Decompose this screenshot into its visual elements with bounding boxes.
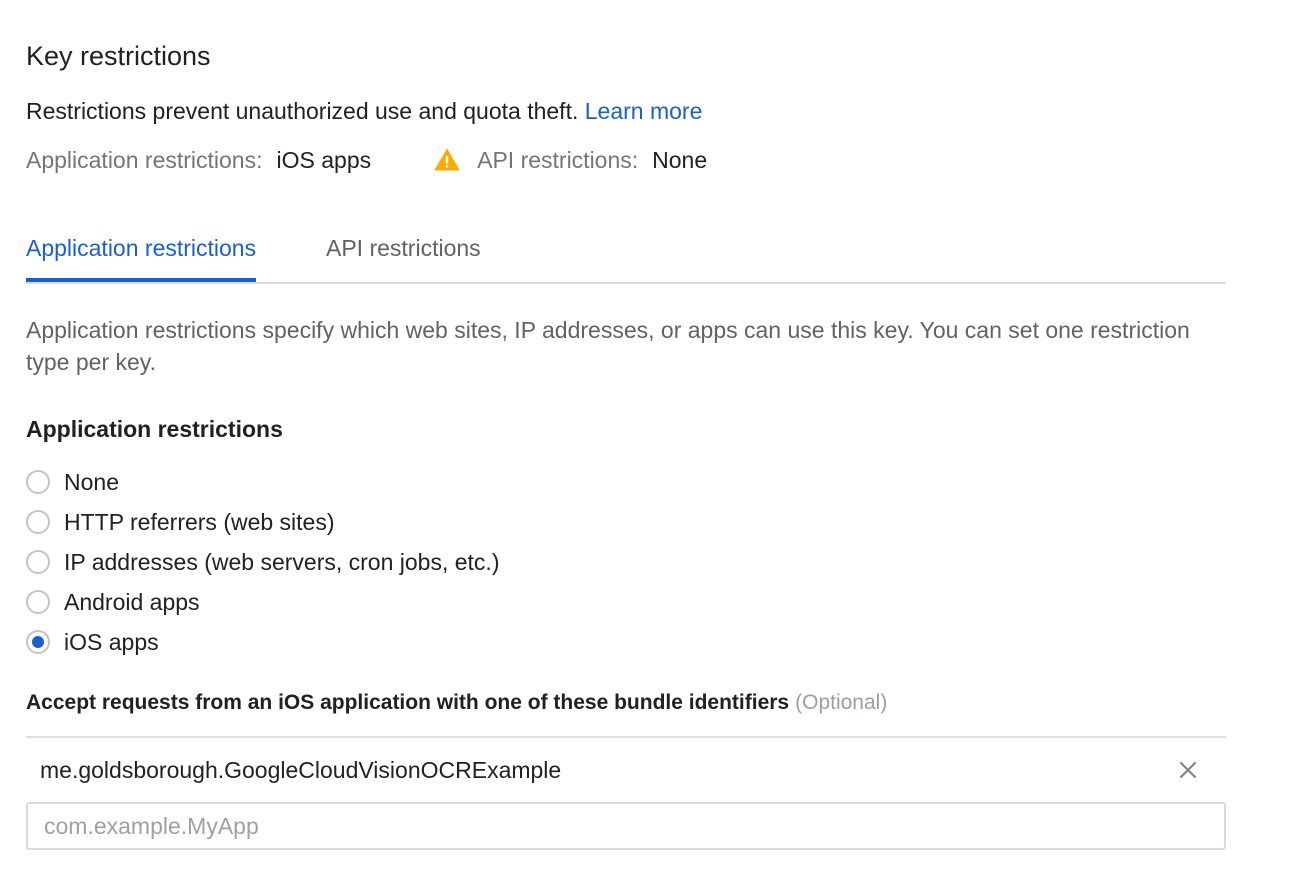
restriction-tabs: Application restrictions API restriction… xyxy=(26,228,1226,284)
radio-label: Android apps xyxy=(64,588,200,615)
application-restrictions-help: Application restrictions specify which w… xyxy=(26,317,1190,375)
tab-api-restrictions[interactable]: API restrictions xyxy=(326,228,481,280)
warning-icon xyxy=(433,146,461,174)
bundle-identifier-item: me.goldsborough.GoogleCloudVisionOCRExam… xyxy=(26,750,1226,790)
radio-label: IP addresses (web servers, cron jobs, et… xyxy=(64,548,500,575)
summary-app-value: iOS apps xyxy=(276,146,372,173)
radio-button[interactable] xyxy=(26,590,50,614)
radio-button[interactable] xyxy=(26,550,50,574)
radio-option-android-apps[interactable]: Android apps xyxy=(26,582,499,622)
bundle-identifier-input[interactable] xyxy=(26,802,1226,850)
summary-app-label: Application restrictions: xyxy=(26,146,263,173)
radio-label: iOS apps xyxy=(64,628,159,655)
page-title: Key restrictions xyxy=(26,41,211,71)
optional-label: (Optional) xyxy=(795,691,888,714)
summary-api-label: API restrictions: xyxy=(477,146,639,173)
close-icon[interactable] xyxy=(1176,758,1200,782)
restrictions-description: Restrictions prevent unauthorized use an… xyxy=(26,96,702,126)
application-restrictions-radio-group: None HTTP referrers (web sites) IP addre… xyxy=(26,462,499,662)
bundle-heading-text: Accept requests from an iOS application … xyxy=(26,691,790,714)
bundle-identifiers-heading: Accept requests from an iOS application … xyxy=(26,688,887,718)
tab-application-restrictions[interactable]: Application restrictions xyxy=(26,228,257,282)
application-restrictions-heading: Application restrictions xyxy=(26,416,283,442)
radio-button-selected[interactable] xyxy=(26,630,50,654)
bundle-list-divider xyxy=(26,736,1226,738)
radio-label: None xyxy=(64,468,119,495)
radio-button[interactable] xyxy=(26,470,50,494)
radio-option-http-referrers[interactable]: HTTP referrers (web sites) xyxy=(26,502,499,542)
radio-option-none[interactable]: None xyxy=(26,462,499,502)
radio-label: HTTP referrers (web sites) xyxy=(64,508,335,535)
restrictions-summary: Application restrictions: iOS apps API r… xyxy=(26,144,707,176)
description-text: Restrictions prevent unauthorized use an… xyxy=(26,98,579,124)
radio-option-ip-addresses[interactable]: IP addresses (web servers, cron jobs, et… xyxy=(26,542,499,582)
learn-more-link[interactable]: Learn more xyxy=(585,98,703,124)
summary-api-value: None xyxy=(652,146,708,173)
radio-button[interactable] xyxy=(26,510,50,534)
bundle-identifier-text: me.goldsborough.GoogleCloudVisionOCRExam… xyxy=(40,756,562,783)
radio-option-ios-apps[interactable]: iOS apps xyxy=(26,622,499,662)
